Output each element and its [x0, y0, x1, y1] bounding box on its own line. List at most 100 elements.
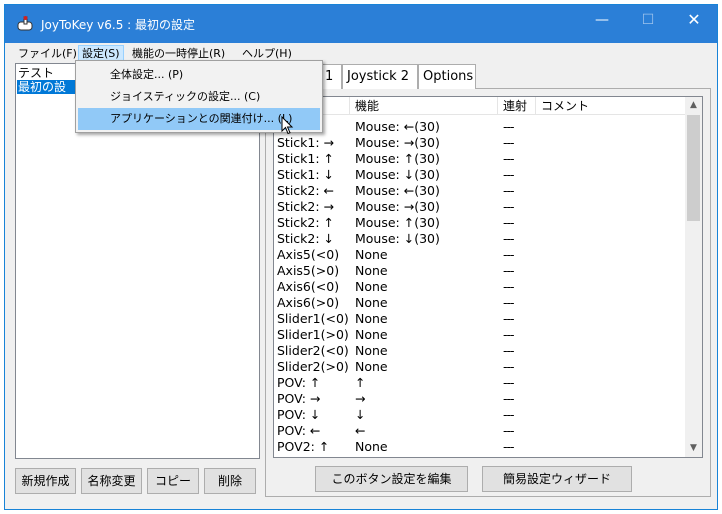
- table-row[interactable]: Slider2(>0) None ---: [274, 359, 684, 375]
- cell-function: Mouse: ↓(30): [355, 231, 440, 246]
- cell-repeat: ---: [503, 359, 515, 374]
- table-row[interactable]: Stick2: → Mouse: →(30) ---: [274, 199, 684, 215]
- cell-button: POV2: ↑: [277, 439, 330, 454]
- cell-function: Mouse: →(30): [355, 135, 440, 150]
- menu-item-joystick-settings[interactable]: ジョイスティックの設定... (C): [78, 86, 320, 108]
- cell-repeat: ---: [503, 231, 515, 246]
- cell-repeat: ---: [503, 199, 515, 214]
- cell-function: None: [355, 343, 388, 358]
- cell-repeat: ---: [503, 343, 515, 358]
- cell-button: Stick1: →: [277, 135, 335, 150]
- table-row[interactable]: Axis6(<0) None ---: [274, 279, 684, 295]
- cell-function: ←: [355, 423, 366, 438]
- cell-function: Mouse: ←(30): [355, 183, 440, 198]
- cell-function: None: [355, 311, 388, 326]
- cell-button: Axis5(<0): [277, 247, 340, 262]
- cell-button: Axis5(>0): [277, 263, 340, 278]
- table-row[interactable]: Slider2(<0) None ---: [274, 343, 684, 359]
- scroll-up-icon[interactable]: ▲: [685, 97, 702, 114]
- table-row[interactable]: Stick1: → Mouse: →(30) ---: [274, 135, 684, 151]
- cell-repeat: ---: [503, 263, 515, 278]
- table-row[interactable]: Slider1(>0) None ---: [274, 327, 684, 343]
- table-row[interactable]: POV2: ↑ None ---: [274, 439, 684, 455]
- cell-repeat: ---: [503, 439, 515, 454]
- scroll-down-icon[interactable]: ▼: [685, 440, 702, 457]
- edit-button-config-button[interactable]: このボタン設定を編集: [315, 466, 468, 492]
- cell-repeat: ---: [503, 375, 515, 390]
- table-row[interactable]: POV: ↑ ↑ ---: [274, 375, 684, 391]
- cell-function: →: [355, 391, 366, 406]
- table-row[interactable]: POV: → → ---: [274, 391, 684, 407]
- cell-button: Axis6(>0): [277, 295, 340, 310]
- cell-button: Slider2(<0): [277, 343, 349, 358]
- cell-repeat: ---: [503, 119, 515, 134]
- header-function[interactable]: 機能: [350, 97, 498, 115]
- table-row[interactable]: Axis5(>0) None ---: [274, 263, 684, 279]
- cell-function: ↑: [355, 375, 366, 390]
- cell-function: None: [355, 359, 388, 374]
- cell-button: Stick2: ↓: [277, 231, 335, 246]
- close-icon[interactable]: ✕: [671, 5, 717, 35]
- table-row[interactable]: Stick1: ↑ Mouse: ↑(30) ---: [274, 151, 684, 167]
- cell-button: POV: ↓: [277, 407, 321, 422]
- header-repeat[interactable]: 連射: [498, 97, 536, 115]
- minimize-icon[interactable]: —: [579, 5, 625, 35]
- table-row[interactable]: Stick2: ↑ Mouse: ↑(30) ---: [274, 215, 684, 231]
- cell-repeat: ---: [503, 391, 515, 406]
- tab-joystick-1[interactable]: 1: [320, 64, 342, 89]
- table-row[interactable]: POV: ← ← ---: [274, 423, 684, 439]
- scroll-thumb[interactable]: [687, 115, 700, 221]
- cell-button: Stick2: →: [277, 199, 335, 214]
- cell-button: POV: ↑: [277, 375, 321, 390]
- cell-button: Slider1(>0): [277, 327, 349, 342]
- menu-file[interactable]: ファイル(F): [15, 45, 80, 62]
- cell-function: Mouse: ↓(30): [355, 167, 440, 182]
- cell-repeat: ---: [503, 327, 515, 342]
- joystick-icon: [17, 16, 33, 31]
- cell-button: POV: ←: [277, 423, 321, 438]
- new-profile-button[interactable]: 新規作成: [15, 468, 76, 494]
- profile-item-selected[interactable]: 最初の設: [17, 80, 77, 94]
- table-row[interactable]: POV: ↓ ↓ ---: [274, 407, 684, 423]
- button-config-grid[interactable]: 機能 連射 コメント ← Mouse: ←(30) --- Stick1: → Mous…: [273, 96, 703, 458]
- menu-item-global-settings[interactable]: 全体設定... (P): [78, 64, 320, 86]
- setup-wizard-button[interactable]: 簡易設定ウィザード: [482, 466, 632, 492]
- cell-repeat: ---: [503, 151, 515, 166]
- cell-button: Stick1: ↑: [277, 151, 335, 166]
- table-row[interactable]: Stick2: ↓ Mouse: ↓(30) ---: [274, 231, 684, 247]
- cell-repeat: ---: [503, 311, 515, 326]
- cell-repeat: ---: [503, 279, 515, 294]
- cell-repeat: ---: [503, 295, 515, 310]
- table-row[interactable]: Axis5(<0) None ---: [274, 247, 684, 263]
- tab-joystick-2[interactable]: Joystick 2: [342, 64, 418, 89]
- table-row[interactable]: Axis6(>0) None ---: [274, 295, 684, 311]
- cell-function: Mouse: ↑(30): [355, 151, 440, 166]
- cell-function: None: [355, 247, 388, 262]
- cell-repeat: ---: [503, 247, 515, 262]
- table-row[interactable]: ←Mouse: ←(30)---: [274, 119, 684, 135]
- table-row[interactable]: Stick1: ↓ Mouse: ↓(30) ---: [274, 167, 684, 183]
- cell-function: None: [355, 263, 388, 278]
- copy-profile-button[interactable]: コピー: [147, 468, 199, 494]
- cell-function: None: [355, 439, 388, 454]
- delete-profile-button[interactable]: 削除: [204, 468, 256, 494]
- tab-options[interactable]: Options: [418, 64, 476, 89]
- cell-repeat: ---: [503, 183, 515, 198]
- cell-function: Mouse: →(30): [355, 199, 440, 214]
- cell-function: ↓: [355, 407, 366, 422]
- vertical-scrollbar[interactable]: ▲ ▼: [685, 97, 702, 457]
- cell-button: Stick1: ↓: [277, 167, 335, 182]
- maximize-icon[interactable]: ☐: [625, 5, 671, 35]
- cell-function: None: [355, 327, 388, 342]
- cell-button: Axis6(<0): [277, 279, 340, 294]
- rename-profile-button[interactable]: 名称変更: [81, 468, 142, 494]
- cell-repeat: ---: [503, 407, 515, 422]
- table-row[interactable]: Slider1(<0) None ---: [274, 311, 684, 327]
- window-title: JoyToKey v6.5 : 最初の設定: [41, 18, 196, 32]
- table-row[interactable]: Stick2: ← Mouse: ←(30) ---: [274, 183, 684, 199]
- header-comment[interactable]: コメント: [536, 97, 677, 115]
- cell-function: None: [355, 295, 388, 310]
- mouse-cursor-icon: [281, 116, 294, 135]
- profile-item[interactable]: テスト: [17, 66, 54, 80]
- title-bar[interactable]: JoyToKey v6.5 : 最初の設定 — ☐ ✕: [5, 5, 717, 43]
